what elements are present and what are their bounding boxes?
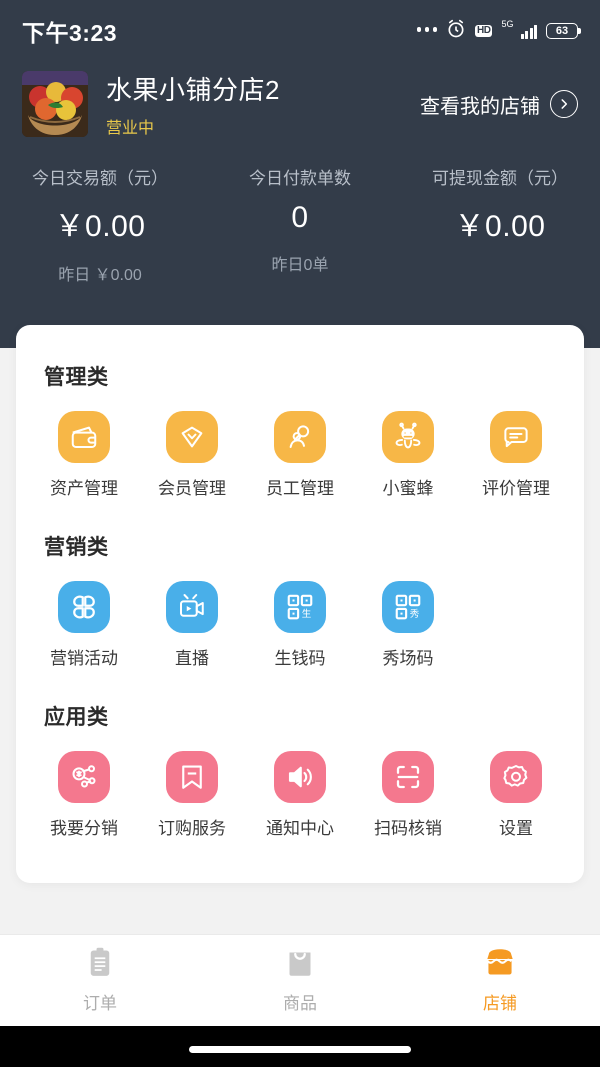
grid-item-label: 小蜜蜂 (382, 479, 434, 498)
shopping-bag-icon (285, 947, 315, 982)
status-badge: 营业中 (106, 120, 155, 137)
stats-row: 今日交易额（元） ￥0.00 昨日 ￥0.00 今日付款单数 0 昨日0单 可提… (0, 138, 600, 285)
grid-item-label: 员工管理 (266, 479, 334, 498)
svg-text:秀: 秀 (410, 608, 420, 620)
wallet-icon (58, 411, 110, 463)
grid-item-notification-center[interactable]: 通知中心 (246, 751, 354, 839)
status-bar: 下午3:23 HD 5G 63 (0, 0, 600, 62)
view-my-shop-label: 查看我的店铺 (420, 95, 540, 118)
bookmark-icon (166, 751, 218, 803)
grid-item-label: 会员管理 (158, 479, 226, 498)
home-indicator-bar (0, 1026, 600, 1067)
qr-code-xiu-icon: 秀 (382, 581, 434, 633)
qr-code-sheng-icon: 生 (274, 581, 326, 633)
stat-sub: 昨日0单 (271, 257, 329, 274)
stat-value: ￥0.00 (454, 210, 546, 243)
section-grid-marketing: 营销活动 直播 生 生钱码 秀 秀场码 (16, 561, 584, 687)
battery-level-label: 63 (555, 24, 569, 37)
grid-item-little-bee[interactable]: 小蜜蜂 (354, 411, 462, 499)
grid-item-label: 通知中心 (266, 819, 334, 838)
grid-item-livestream[interactable]: 直播 (138, 581, 246, 669)
grid-item-member-management[interactable]: 会员管理 (138, 411, 246, 499)
feature-card: 管理类 资产管理 会员管理 员工管理 小蜜蜂 评价管理 营销类 营销活动 直播 … (16, 325, 584, 883)
grid-item-label: 评价管理 (482, 479, 550, 498)
clover-icon (58, 581, 110, 633)
more-dots-icon (416, 27, 438, 35)
grid-item-staff-management[interactable]: 员工管理 (246, 411, 354, 499)
grid-item-settings[interactable]: 设置 (462, 751, 570, 839)
grid-item-money-qr[interactable]: 生 生钱码 (246, 581, 354, 669)
grid-item-label: 生钱码 (274, 649, 326, 668)
network-type-label: 5G (501, 18, 514, 29)
stat-today-amount[interactable]: 今日交易额（元） ￥0.00 昨日 ￥0.00 (0, 164, 200, 285)
grid-item-label: 秀场码 (382, 649, 434, 668)
alarm-clock-icon (446, 19, 466, 44)
gear-icon (490, 751, 542, 803)
clipboard-icon (86, 947, 114, 982)
grid-item-label: 订购服务 (158, 819, 226, 838)
storefront-icon (484, 947, 516, 982)
section-grid-applications: 我要分销 订购服务 通知中心 扫码核销 设置 (16, 731, 584, 857)
stat-value: ￥0.00 (54, 210, 146, 243)
dark-hero-area: 下午3:23 HD 5G 63 水果小铺分店2 营业中 查看我的店铺 今日交易额… (0, 0, 600, 348)
grid-item-label: 扫码核销 (374, 819, 442, 838)
grid-item-asset-management[interactable]: 资产管理 (30, 411, 138, 499)
tab-products[interactable]: 商品 (200, 935, 400, 1026)
bottom-tab-bar: 订单 商品 店铺 (0, 934, 600, 1026)
grid-item-label: 营销活动 (50, 649, 118, 668)
stat-value: 0 (291, 201, 309, 234)
stat-label: 可提现金额（元） (432, 169, 568, 188)
grid-item-review-management[interactable]: 评价管理 (462, 411, 570, 499)
tab-shop[interactable]: 店铺 (400, 935, 600, 1026)
app-screen: 下午3:23 HD 5G 63 水果小铺分店2 营业中 查看我的店铺 今日交易额… (0, 0, 600, 1067)
page-title: 水果小铺分店2 (106, 75, 280, 105)
grid-item-show-qr[interactable]: 秀 秀场码 (354, 581, 462, 669)
stat-sub: 昨日 ￥0.00 (58, 267, 142, 284)
status-bar-clock: 下午3:23 (22, 20, 118, 46)
grid-item-spacer (462, 581, 570, 669)
speaker-icon (274, 751, 326, 803)
chat-bubble-icon (490, 411, 542, 463)
shop-header: 水果小铺分店2 营业中 查看我的店铺 (0, 62, 600, 138)
view-my-shop-button[interactable]: 查看我的店铺 (420, 90, 578, 119)
tab-label: 店铺 (483, 994, 517, 1013)
tab-label: 商品 (283, 994, 317, 1013)
section-title-marketing: 营销类 (44, 536, 109, 559)
grid-item-label: 设置 (499, 819, 533, 838)
shop-meta: 水果小铺分店2 营业中 (106, 70, 280, 138)
tab-orders[interactable]: 订单 (0, 935, 200, 1026)
grid-item-label: 我要分销 (50, 819, 118, 838)
hd-icon: HD (475, 25, 493, 37)
stat-withdrawable[interactable]: 可提现金额（元） ￥0.00 (400, 164, 600, 285)
scan-frame-icon (382, 751, 434, 803)
diamond-member-icon (166, 411, 218, 463)
tab-label: 订单 (83, 994, 117, 1013)
grid-item-label: 直播 (175, 649, 209, 668)
section-title-applications: 应用类 (44, 706, 109, 729)
video-camera-icon (166, 581, 218, 633)
staff-search-icon (274, 411, 326, 463)
battery-icon: 63 (546, 23, 581, 39)
chevron-right-icon (550, 90, 578, 118)
signal-5g-icon (520, 24, 537, 39)
stat-label: 今日付款单数 (249, 169, 351, 188)
svg-text:生: 生 (302, 608, 312, 620)
section-grid-management: 资产管理 会员管理 员工管理 小蜜蜂 评价管理 (16, 391, 584, 517)
stat-label: 今日交易额（元） (32, 169, 168, 188)
grid-item-marketing-activity[interactable]: 营销活动 (30, 581, 138, 669)
grid-item-order-service[interactable]: 订购服务 (138, 751, 246, 839)
status-bar-indicators: HD 5G 63 (416, 18, 581, 44)
share-node-icon (58, 751, 110, 803)
home-indicator[interactable] (189, 1046, 411, 1053)
section-title-management: 管理类 (44, 366, 109, 389)
stat-today-orders[interactable]: 今日付款单数 0 昨日0单 (200, 164, 400, 285)
avatar (22, 71, 88, 137)
grid-item-distribution[interactable]: 我要分销 (30, 751, 138, 839)
grid-item-label: 资产管理 (50, 479, 118, 498)
grid-item-scan-redeem[interactable]: 扫码核销 (354, 751, 462, 839)
bee-icon (382, 411, 434, 463)
